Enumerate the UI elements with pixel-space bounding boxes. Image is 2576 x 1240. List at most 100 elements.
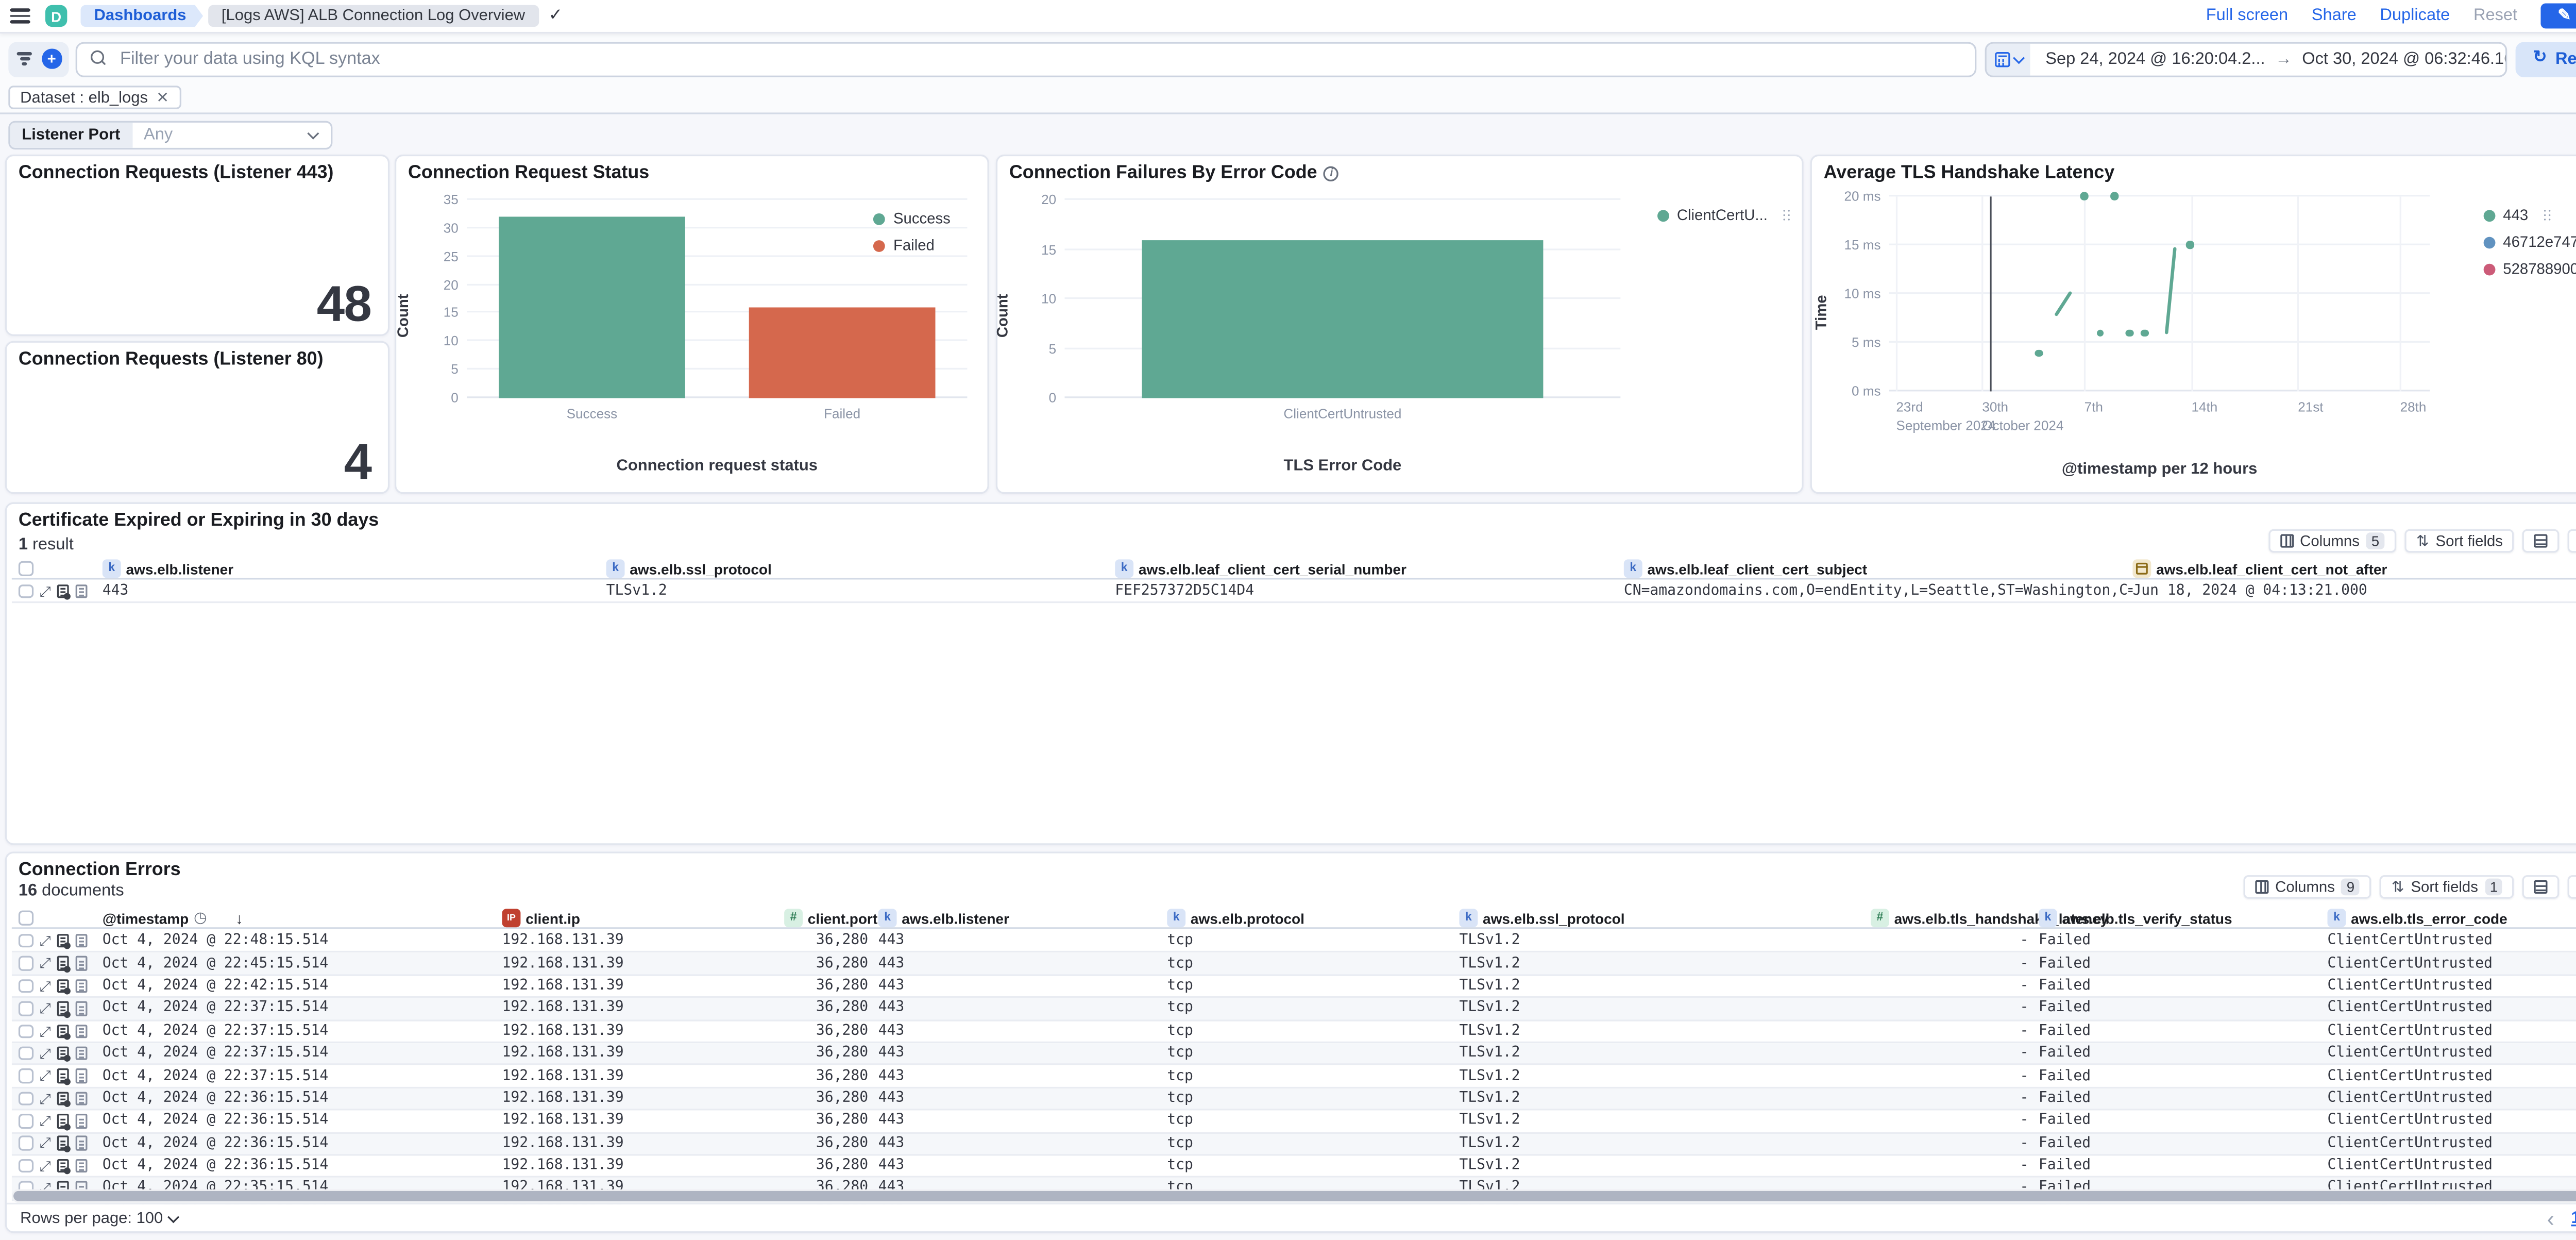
surrounding-documents-icon[interactable] <box>58 1069 70 1083</box>
date-range-picker[interactable]: Sep 24, 2024 @ 16:20:04.2... → Oct 30, 2… <box>1984 41 2507 76</box>
density-button[interactable] <box>2523 875 2560 899</box>
single-document-icon[interactable] <box>76 1024 88 1038</box>
rows-per-page-select[interactable]: Rows per page: 100 <box>20 1209 177 1227</box>
nav-action-duplicate[interactable]: Duplicate <box>2380 7 2450 25</box>
legend-options-icon[interactable] <box>2544 210 2546 212</box>
columns-button[interactable]: Columns9 <box>2243 875 2371 899</box>
data-point[interactable] <box>2080 193 2088 200</box>
surrounding-documents-icon[interactable] <box>58 1092 70 1106</box>
page-number[interactable]: 1 <box>2571 1209 2576 1227</box>
surrounding-documents-icon[interactable] <box>58 1024 70 1038</box>
column-header-aws-elb-leaf-client-cert-not-after[interactable]: aws.elb.leaf_client_cert_not_after <box>2132 559 2576 578</box>
single-document-icon[interactable] <box>76 934 88 948</box>
data-point[interactable] <box>2126 329 2133 337</box>
expand-row-icon[interactable]: ⤢ <box>40 1024 51 1038</box>
row-checkbox[interactable] <box>19 1159 33 1173</box>
sort-descending-icon[interactable]: ↓ <box>235 910 243 927</box>
row-checkbox[interactable] <box>19 1114 33 1128</box>
density-button[interactable] <box>2523 529 2560 553</box>
table-row[interactable]: ⤢Oct 4, 2024 @ 22:37:15.514192.168.131.3… <box>12 998 2576 1021</box>
columns-button[interactable]: Columns5 <box>2268 529 2396 553</box>
info-icon[interactable]: i <box>1324 165 1339 180</box>
date-end[interactable]: Oct 30, 2024 @ 06:32:46.162 <box>2302 49 2507 68</box>
row-checkbox[interactable] <box>19 979 33 993</box>
table-row[interactable]: ⤢Oct 4, 2024 @ 22:37:15.514192.168.131.3… <box>12 1020 2576 1043</box>
kql-search-box[interactable] <box>75 41 1976 76</box>
dataset-filter-chip[interactable]: Dataset : elb_logs ✕ <box>8 86 180 109</box>
column-header-aws-elb-leaf-client-cert-subject[interactable]: kaws.elb.leaf_client_cert_subject <box>1624 559 2133 578</box>
add-filter-icon[interactable]: + <box>42 49 61 68</box>
single-document-icon[interactable] <box>76 1069 88 1083</box>
bar-clientcertuntrusted[interactable] <box>1142 240 1543 398</box>
row-checkbox[interactable] <box>19 1024 33 1038</box>
data-point[interactable] <box>2141 329 2149 337</box>
column-header-@timestamp[interactable]: @timestamp◷↓ <box>103 909 502 927</box>
surrounding-documents-icon[interactable] <box>58 934 70 948</box>
table-row[interactable]: ⤢Oct 4, 2024 @ 22:48:15.514192.168.131.3… <box>12 931 2576 953</box>
column-header-client-ip[interactable]: IPclient.ip <box>502 909 785 927</box>
surrounding-documents-icon[interactable] <box>58 1046 70 1061</box>
select-all-checkbox[interactable] <box>19 561 33 576</box>
table-row[interactable]: ⤢Oct 4, 2024 @ 22:37:15.514192.168.131.3… <box>12 1043 2576 1066</box>
column-header-client-port[interactable]: #client.port <box>784 909 878 927</box>
kql-search-input[interactable] <box>117 47 1961 71</box>
table-row[interactable]: ⤢Oct 4, 2024 @ 22:42:15.514192.168.131.3… <box>12 976 2576 998</box>
surrounding-documents-icon[interactable] <box>58 584 70 599</box>
horizontal-scrollbar[interactable] <box>12 1189 2576 1203</box>
prev-page-icon[interactable]: ‹ <box>2547 1207 2554 1229</box>
close-icon[interactable]: ✕ <box>156 88 169 107</box>
row-checkbox[interactable] <box>19 1092 33 1106</box>
row-checkbox[interactable] <box>19 957 33 971</box>
row-checkbox[interactable] <box>19 1069 33 1083</box>
menu-icon[interactable] <box>10 8 30 23</box>
refresh-button[interactable]: ↻ Refresh <box>2516 41 2576 76</box>
single-document-icon[interactable] <box>76 957 88 971</box>
single-document-icon[interactable] <box>76 1092 88 1106</box>
expand-row-icon[interactable]: ⤢ <box>40 1159 51 1173</box>
sort-fields-button[interactable]: ⇅Sort fields1 <box>2380 875 2515 899</box>
surrounding-documents-icon[interactable] <box>58 957 70 971</box>
expand-row-icon[interactable]: ⤢ <box>40 1136 51 1151</box>
listener-port-value[interactable]: Any <box>132 126 309 144</box>
legend-item-46712e747de[interactable]: 46712e747de <box>2483 233 2576 250</box>
surrounding-documents-icon[interactable] <box>58 1114 70 1128</box>
data-point[interactable] <box>2186 241 2194 249</box>
table-row[interactable]: ⤢Oct 4, 2024 @ 22:37:15.514192.168.131.3… <box>12 1066 2576 1088</box>
nav-action-share[interactable]: Share <box>2312 7 2357 25</box>
expand-row-icon[interactable]: ⤢ <box>40 979 51 993</box>
edit-button[interactable]: ✎ Edit <box>2541 4 2576 29</box>
column-header-aws-elb-listener[interactable]: kaws.elb.listener <box>878 909 1167 927</box>
column-header-aws-elb-protocol[interactable]: kaws.elb.protocol <box>1167 909 1459 927</box>
row-checkbox[interactable] <box>19 1136 33 1151</box>
legend-item-ClientCertU[interactable]: ClientCertU... <box>1657 207 1785 224</box>
column-header-aws-elb-tls-handshake-latency[interactable]: #aws.elb.tls_handshake_latency <box>1871 909 2039 927</box>
select-all-checkbox[interactable] <box>19 911 33 925</box>
expand-row-icon[interactable]: ⤢ <box>40 1092 51 1106</box>
row-checkbox[interactable] <box>19 1046 33 1061</box>
listener-port-control[interactable]: Listener Port Any <box>8 121 332 149</box>
data-point[interactable] <box>2110 193 2118 200</box>
legend-item-Success[interactable]: Success <box>873 210 951 227</box>
table-row[interactable]: ⤢443TLSv1.2FEF257372D5C14D4CN=amazondoma… <box>12 581 2576 604</box>
single-document-icon[interactable] <box>76 979 88 993</box>
single-document-icon[interactable] <box>76 584 88 599</box>
breadcrumb-dashboards[interactable]: Dashboards <box>80 5 203 27</box>
saved-query-icon[interactable] <box>15 51 33 68</box>
sort-fields-button[interactable]: ⇅Sort fields <box>2404 529 2515 553</box>
expand-row-icon[interactable]: ⤢ <box>40 934 51 948</box>
legend-item-Failed[interactable]: Failed <box>873 237 951 254</box>
surrounding-documents-icon[interactable] <box>58 979 70 993</box>
table-row[interactable]: ⤢Oct 4, 2024 @ 22:36:15.514192.168.131.3… <box>12 1155 2576 1178</box>
row-checkbox[interactable] <box>19 934 33 948</box>
column-header-aws-elb-ssl-protocol[interactable]: kaws.elb.ssl_protocol <box>606 559 1115 578</box>
date-quick-select[interactable] <box>1986 43 2030 75</box>
single-document-icon[interactable] <box>76 1046 88 1061</box>
data-point[interactable] <box>2097 329 2105 337</box>
legend-item-528788900[interactable]: 528788900... <box>2483 260 2576 277</box>
fullscreen-button[interactable]: ⇄ <box>2568 875 2576 899</box>
expand-row-icon[interactable]: ⤢ <box>40 1114 51 1128</box>
table-row[interactable]: ⤢Oct 4, 2024 @ 22:36:15.514192.168.131.3… <box>12 1111 2576 1133</box>
data-point[interactable] <box>2035 349 2043 357</box>
table-row[interactable]: ⤢Oct 4, 2024 @ 22:36:15.514192.168.131.3… <box>12 1088 2576 1111</box>
surrounding-documents-icon[interactable] <box>58 1001 70 1016</box>
